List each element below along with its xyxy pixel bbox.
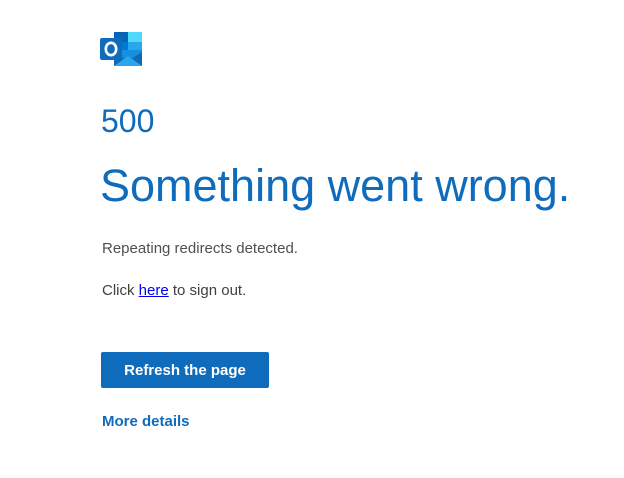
outlook-logo-icon bbox=[100, 30, 144, 68]
page-title: Something went wrong. bbox=[100, 160, 571, 211]
more-details-link[interactable]: More details bbox=[102, 411, 190, 433]
error-code: 500 bbox=[101, 103, 155, 139]
refresh-button[interactable]: Refresh the page bbox=[101, 352, 269, 388]
signout-suffix: to sign out. bbox=[168, 282, 247, 299]
signout-link[interactable]: here bbox=[139, 282, 169, 299]
error-message: Repeating redirects detected. bbox=[102, 240, 298, 257]
signout-prefix: Click bbox=[102, 282, 139, 299]
signout-text: Click here to sign out. bbox=[102, 280, 246, 302]
